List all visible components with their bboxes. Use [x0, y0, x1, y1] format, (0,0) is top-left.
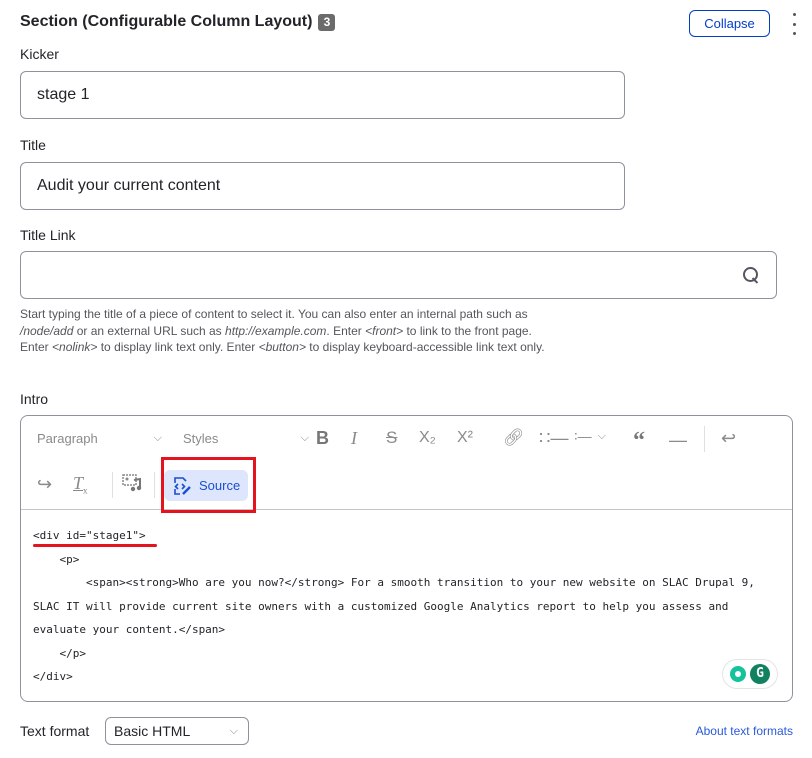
code-line: </p>: [33, 646, 86, 660]
bold-icon: B: [316, 428, 329, 448]
styles-dropdown[interactable]: Styles ⌵: [183, 431, 309, 446]
source-button[interactable]: Source: [164, 470, 248, 501]
paragraph-label: Paragraph: [37, 431, 98, 446]
source-label: Source: [199, 478, 241, 493]
chevron-down-icon: ⌵: [597, 430, 606, 442]
title-label: Title: [20, 137, 46, 153]
horizontal-line-button[interactable]: —: [669, 430, 687, 451]
subscript-icon: X₂: [419, 429, 436, 446]
toolbar-separator: [704, 426, 705, 452]
grammarly-icon: G: [750, 663, 770, 684]
blockquote-button[interactable]: “: [633, 428, 645, 455]
intro-label: Intro: [20, 391, 49, 407]
bulleted-list-icon: ∷—: [539, 428, 569, 448]
remove-format-icon: Tx: [73, 473, 88, 496]
media-icon: [122, 474, 142, 492]
editor-toolbar: Paragraph ⌵ Styles ⌵ B I S X₂ X² 🔗︎ ∷— ∶— ⌵…: [21, 416, 792, 510]
horizontal-line-icon: —: [669, 430, 687, 450]
strikethrough-button[interactable]: S: [386, 428, 397, 448]
redo-button[interactable]: ↪: [37, 474, 52, 495]
chevron-down-icon: ⌵: [153, 432, 162, 444]
text-format-label: Text format: [20, 723, 90, 739]
link-icon: 🔗︎: [503, 428, 525, 447]
blockquote-icon: “: [633, 428, 645, 454]
strikethrough-icon: S: [386, 428, 398, 447]
chevron-down-icon: ⌵: [229, 724, 238, 737]
media-button[interactable]: [122, 474, 142, 492]
text-format-value: Basic HTML: [114, 723, 191, 739]
remove-format-button[interactable]: Tx: [73, 473, 88, 496]
superscript-button[interactable]: X²: [457, 429, 473, 447]
more-options-icon[interactable]: [790, 13, 798, 35]
kicker-input[interactable]: stage 1: [20, 71, 625, 119]
title-link-label: Title Link: [20, 227, 76, 243]
italic-button[interactable]: I: [351, 428, 357, 449]
styles-label: Styles: [183, 431, 219, 446]
kicker-label: Kicker: [20, 46, 59, 62]
code-line: </div>: [33, 670, 73, 683]
undo-icon: ↩: [721, 428, 737, 448]
source-editing-area[interactable]: <div id="stage1"> <p> <span><strong>Who …: [21, 510, 792, 703]
title-input[interactable]: Audit your current content: [20, 162, 625, 210]
title-value: Audit your current content: [37, 177, 221, 194]
italic-icon: I: [351, 428, 357, 448]
bulleted-list-button[interactable]: ∷—: [539, 428, 568, 449]
search-icon: [742, 266, 760, 284]
red-underline-annotation: [33, 544, 157, 547]
numbered-list-icon: ∶—: [574, 428, 592, 444]
section-title-text: Section (Configurable Column Layout): [20, 13, 313, 30]
about-text-formats-link[interactable]: About text formats: [696, 724, 793, 738]
section-count-badge: 3: [318, 13, 336, 31]
lightbulb-icon: [730, 665, 746, 682]
redo-icon: ↪: [37, 474, 53, 494]
code-line: <p>: [33, 552, 80, 566]
subscript-button[interactable]: X₂: [419, 429, 436, 447]
superscript-icon: X²: [457, 429, 473, 446]
paragraph-dropdown[interactable]: Paragraph ⌵: [37, 431, 162, 446]
code-line: <span><strong>Who are you now?</strong> …: [33, 576, 762, 636]
grammarly-widget[interactable]: G: [722, 658, 778, 689]
title-link-input[interactable]: [20, 251, 777, 299]
bold-button[interactable]: B: [316, 428, 329, 449]
chevron-down-icon: ⌵: [300, 432, 309, 444]
numbered-list-button[interactable]: ∶— ⌵: [574, 428, 606, 445]
section-title: Section (Configurable Column Layout) 3: [20, 13, 336, 31]
text-format-select[interactable]: Basic HTML ⌵: [105, 717, 249, 745]
toolbar-separator: [112, 472, 113, 498]
link-button[interactable]: 🔗︎: [503, 428, 525, 448]
toolbar-separator: [154, 472, 155, 498]
title-link-help-text: Start typing the title of a piece of con…: [20, 307, 545, 354]
collapse-button[interactable]: Collapse: [689, 10, 770, 37]
intro-editor: Paragraph ⌵ Styles ⌵ B I S X₂ X² 🔗︎ ∷— ∶— ⌵…: [20, 415, 793, 702]
source-code-icon: [174, 476, 191, 495]
kicker-value: stage 1: [37, 86, 90, 103]
undo-button[interactable]: ↩: [721, 428, 736, 449]
